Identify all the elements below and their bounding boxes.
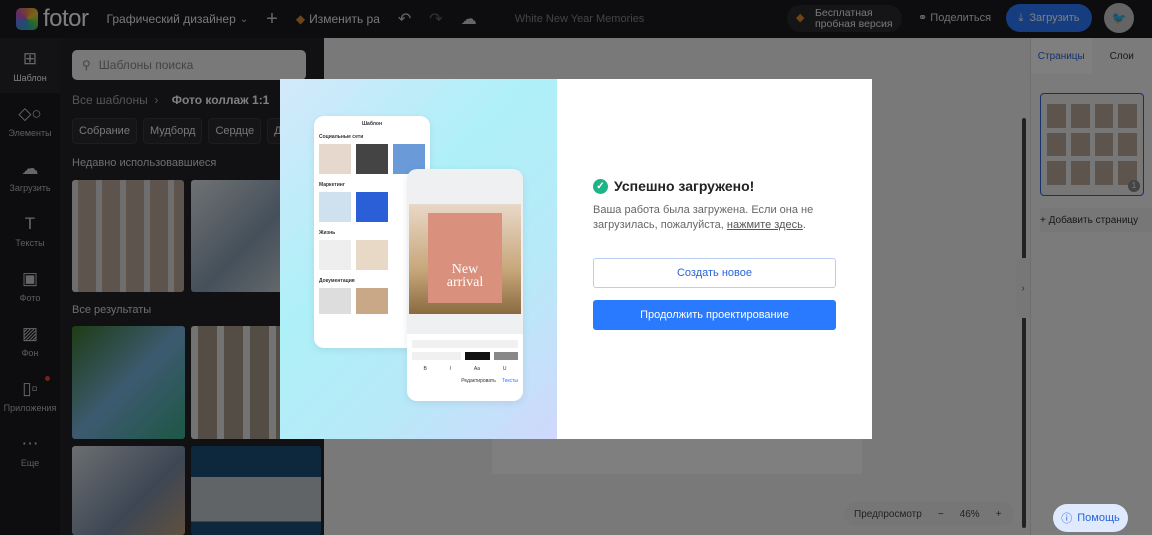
click-here-link[interactable]: нажмите здесь xyxy=(727,219,803,231)
continue-design-button[interactable]: Продолжить проектирование xyxy=(593,300,836,330)
upload-success-dialog: Шаблон Социальные сети Маркетинг Жизнь Д… xyxy=(280,79,872,439)
dialog-description: Ваша работа была загружена. Если она не … xyxy=(593,204,814,231)
dialog-title: ✓ Успешно загружено! xyxy=(593,178,754,194)
help-label: Помощь xyxy=(1077,512,1120,524)
phone-header: Шаблон xyxy=(362,121,382,127)
dialog-title-text: Успешно загружено! xyxy=(614,178,755,194)
poster-text-line2: arrival xyxy=(446,275,484,290)
promo-illustration: Шаблон Социальные сети Маркетинг Жизнь Д… xyxy=(280,79,557,439)
phone-mockup-editor: New arrival B I Aa U Редактировать Тексты xyxy=(407,169,523,401)
phone-section: Социальные сети xyxy=(319,134,364,140)
phone-tab-edit: Редактировать xyxy=(461,378,496,384)
help-icon: ⓘ xyxy=(1061,513,1073,525)
check-circle-icon: ✓ xyxy=(593,178,608,194)
create-new-button[interactable]: Создать новое xyxy=(593,258,836,288)
phone-tab-text: Тексты xyxy=(501,378,518,384)
help-button[interactable]: ⓘ Помощь xyxy=(1053,504,1128,532)
